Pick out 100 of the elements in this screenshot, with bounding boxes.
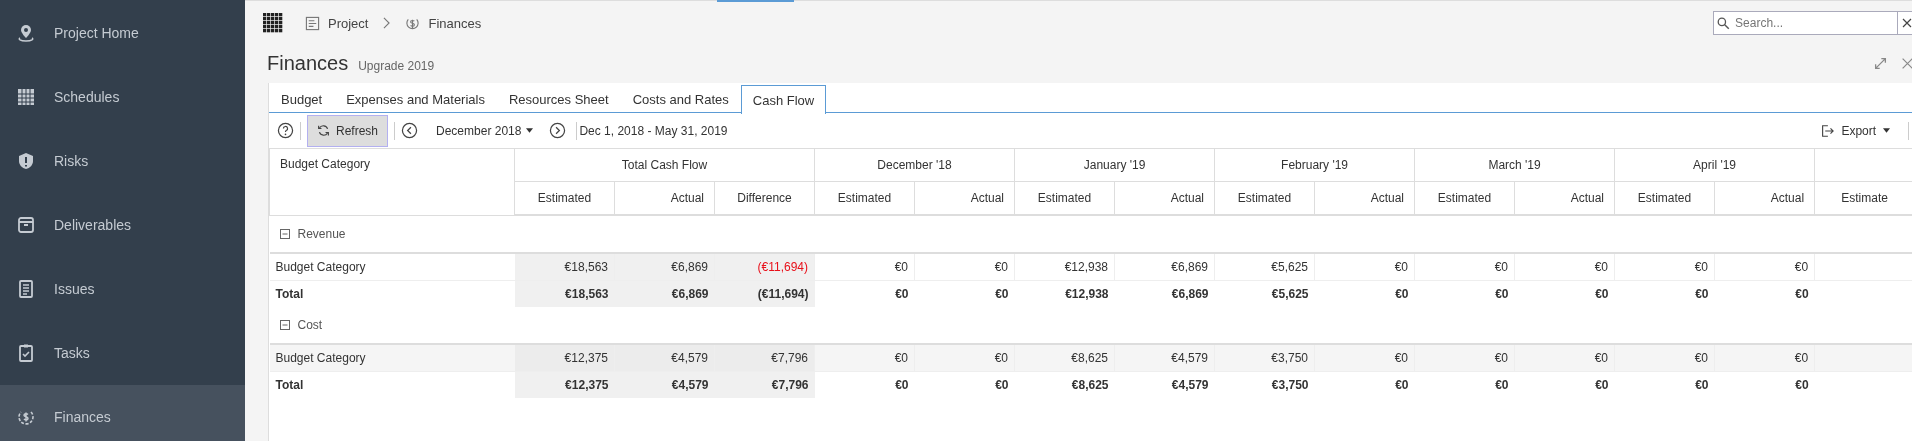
table-cell: €12,938 [1014, 253, 1115, 281]
table-cell: €0 [1314, 280, 1415, 307]
column-group-header: December '18 [814, 148, 1015, 182]
table-cell: €0 [814, 280, 915, 307]
sidebar-item[interactable]: Schedules [0, 65, 245, 129]
table-cell: €0 [1614, 280, 1715, 307]
sidebar-item[interactable]: Tasks [0, 321, 245, 385]
document-icon [16, 279, 36, 299]
column-group-header: February '19 [1214, 148, 1415, 182]
tab[interactable]: Budget [269, 85, 335, 113]
table-cell: €0 [1514, 280, 1615, 307]
breadcrumb-link[interactable]: Project [305, 15, 369, 31]
table-cell: €7,796 [714, 344, 815, 372]
table-cell: €6,869 [1114, 280, 1215, 307]
sidebar-item[interactable]: Risks [0, 129, 245, 193]
table-cell: €0 [1714, 280, 1815, 307]
collapse-icon[interactable] [279, 319, 290, 330]
column-header: Actual [1714, 181, 1815, 215]
next-icon[interactable] [549, 122, 567, 139]
table-cell: €0 [914, 280, 1015, 307]
column-header: Estimated [1014, 181, 1115, 215]
table-cell: €0 [1414, 344, 1515, 372]
sidebar-item[interactable]: Issues [0, 257, 245, 321]
table-cell: €7,796 [714, 371, 815, 398]
table-cell: (€11,694) [714, 253, 815, 281]
table-cell: €0 [1414, 280, 1515, 307]
help-icon[interactable] [277, 122, 294, 139]
refresh-icon [317, 124, 330, 137]
date-range: Dec 1, 2018 - May 31, 2019 [579, 123, 728, 138]
clear-search-button[interactable] [1898, 11, 1912, 35]
caret-icon [526, 128, 534, 133]
table-cell: €0 [1514, 371, 1615, 398]
table-cell: €5,625 [1214, 280, 1315, 307]
table-cell: €4,579 [1114, 371, 1215, 398]
column-group-header: April '19 [1614, 148, 1815, 182]
table-cell: €0 [1514, 344, 1615, 372]
column-header: Estimated [1414, 181, 1515, 215]
table-cell: €6,869 [614, 280, 715, 307]
column-header: Actual [914, 181, 1015, 215]
total-label: Total [269, 371, 515, 398]
tab[interactable]: Resources Sheet [496, 85, 621, 113]
table-cell: €0 [814, 253, 915, 281]
table-cell: €4,579 [1114, 344, 1215, 372]
grid-icon [16, 87, 36, 107]
caret-icon [1883, 128, 1891, 133]
month-dropdown[interactable]: December 2018 [436, 123, 534, 138]
table-cell: €0 [814, 344, 915, 372]
search-field[interactable]: Search... [1713, 11, 1899, 35]
expand-icon[interactable] [1874, 56, 1888, 70]
total-label: Total [269, 280, 515, 307]
table-cell: €3,750 [1214, 344, 1315, 372]
table-cell: €6,869 [614, 253, 715, 281]
column-header: Actual [1314, 181, 1415, 215]
shield-icon [16, 151, 36, 171]
column-header: Actual [1114, 181, 1215, 215]
row-label: Budget Category [269, 253, 515, 281]
tab[interactable]: Costs and Rates [620, 85, 741, 113]
collapse-icon[interactable] [279, 228, 290, 239]
table-cell: €0 [1314, 253, 1415, 281]
column-header: Difference [714, 181, 815, 215]
map-pin-icon [16, 23, 36, 43]
tab[interactable]: Expenses and Materials [334, 85, 497, 113]
table-cell: €12,375 [514, 344, 615, 372]
table-cell: €8,625 [1014, 371, 1115, 398]
tab[interactable]: Cash Flow [740, 85, 827, 114]
search-icon [1717, 17, 1731, 30]
page-title: Finances [267, 51, 349, 75]
table-cell: €0 [1714, 253, 1815, 281]
previous-icon[interactable] [401, 122, 419, 139]
table-cell: €12,375 [514, 371, 615, 398]
row-label: Budget Category [269, 344, 515, 372]
table-cell: €0 [914, 371, 1015, 398]
column-group-header: March '19 [1414, 148, 1615, 182]
app-grid-icon[interactable] [263, 13, 283, 33]
breadcrumb-link[interactable]: Finances [405, 15, 482, 31]
sidebar-item[interactable]: Project Home [0, 1, 245, 65]
sidebar-item[interactable]: Finances [0, 385, 245, 441]
refresh-button[interactable]: Refresh [307, 114, 389, 147]
column-header: Estimated [1214, 181, 1315, 215]
close-icon [1901, 18, 1912, 28]
chevron-right-icon [382, 17, 392, 29]
table-cell: €0 [1414, 253, 1515, 281]
close-icon[interactable] [1901, 56, 1912, 70]
clipboard-check-icon [16, 343, 36, 363]
table-cell: €6,869 [1114, 253, 1215, 281]
export-button[interactable]: Export [1814, 122, 1897, 139]
column-header: Actual [614, 181, 715, 215]
export-icon [1820, 123, 1835, 138]
column-group-header: Total Cash Flow [514, 148, 815, 182]
archive-box-icon [16, 215, 36, 235]
group-label: Revenue [297, 226, 346, 241]
sidebar-item[interactable]: Deliverables [0, 193, 245, 257]
table-cell: €0 [1414, 371, 1515, 398]
table-cell: €0 [1714, 344, 1815, 372]
table-cell: €0 [1714, 371, 1815, 398]
column-header: Estimated [814, 181, 915, 215]
table-cell: €0 [1514, 253, 1615, 281]
table-cell: (€11,694) [714, 280, 815, 307]
table-cell: €18,563 [514, 280, 615, 307]
table-cell: €0 [1614, 371, 1715, 398]
